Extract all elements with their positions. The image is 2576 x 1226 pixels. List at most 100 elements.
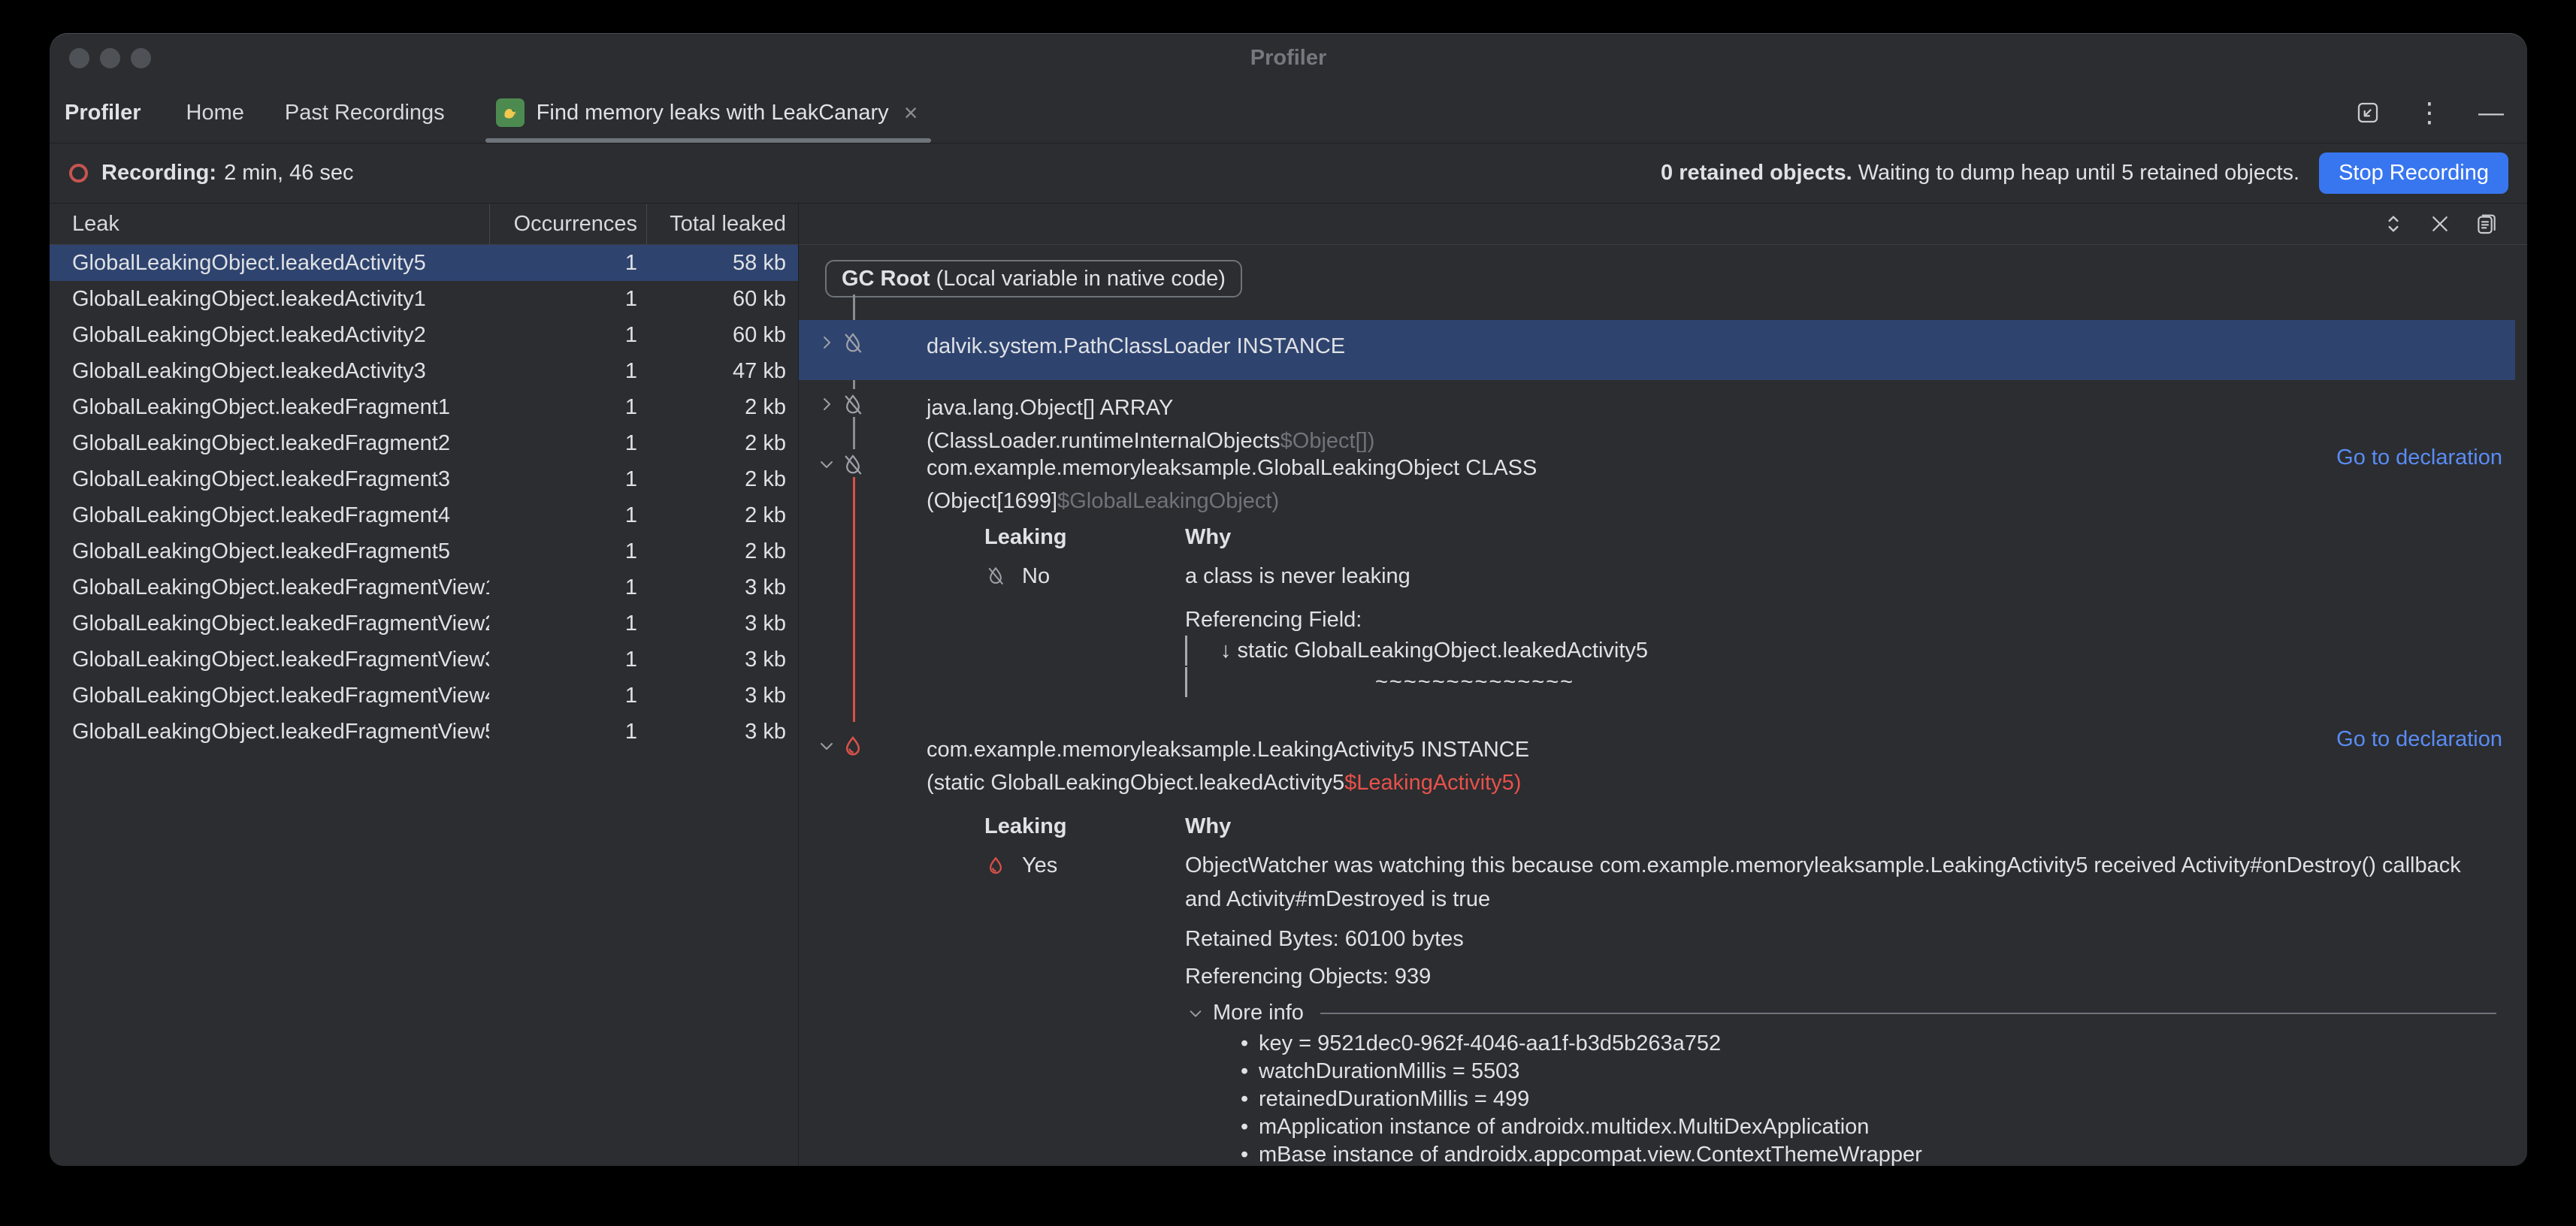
trace-node-globalleakingobject[interactable]: com.example.memoryleaksample.GlobalLeaki…	[799, 442, 2515, 527]
gc-root-chip: GC Root (Local variable in native code)	[825, 260, 1242, 297]
chevron-down-icon[interactable]	[814, 737, 839, 755]
leaking-why-text: a class is never leaking	[1185, 560, 2502, 593]
options-menu-icon[interactable]: ⋮	[2414, 98, 2444, 128]
chevron-right-icon[interactable]	[814, 334, 839, 352]
column-header-total-leaked[interactable]: Total leaked	[646, 204, 798, 244]
more-info-item: retainedDurationMillis = 499	[1241, 1086, 2502, 1113]
node-subtitle: (Object[1699]$GlobalLeakingObject)	[927, 485, 1537, 518]
tab-leakcanary[interactable]: Find memory leaks with LeakCanary ×	[485, 83, 932, 143]
table-row[interactable]: GlobalLeakingObject.leakedFragmentView41…	[50, 678, 798, 714]
recording-time: 2 min, 46 sec	[224, 161, 353, 186]
why-column-header: Why	[1185, 810, 2502, 844]
leak-name: GlobalLeakingObject.leakedFragment1	[50, 395, 489, 420]
leak-occurrences: 1	[489, 611, 646, 636]
more-info-toggle[interactable]: More info	[1187, 1001, 2502, 1025]
leak-total: 3 kb	[646, 720, 798, 744]
more-info-rule	[1320, 1013, 2496, 1014]
leak-occurrences: 1	[489, 359, 646, 384]
referencing-field-underline: ~~~~~~~~~~~~~~	[1375, 667, 1574, 697]
leak-trace-content: GC Root (Local variable in native code)	[799, 245, 2527, 1166]
dock-tool-window-icon[interactable]	[2353, 98, 2383, 128]
leak-occurrences: 1	[489, 720, 646, 744]
tab-close-icon[interactable]: ×	[901, 101, 921, 125]
recording-indicator-icon	[69, 164, 88, 183]
leak-name: GlobalLeakingObject.leakedFragmentView3	[50, 648, 489, 672]
table-row[interactable]: GlobalLeakingObject.leakedFragmentView21…	[50, 605, 798, 642]
table-row[interactable]: GlobalLeakingObject.leakedActivity2160 k…	[50, 317, 798, 353]
leak-occurrences: 1	[489, 648, 646, 672]
table-row[interactable]: GlobalLeakingObject.leakedFragmentView11…	[50, 569, 798, 605]
table-row[interactable]: GlobalLeakingObject.leakedFragmentView51…	[50, 714, 798, 750]
leak-name: GlobalLeakingObject.leakedActivity5	[50, 251, 489, 276]
table-row[interactable]: GlobalLeakingObject.leakedFragment112 kb	[50, 389, 798, 425]
chevron-right-icon[interactable]	[814, 395, 839, 413]
not-leaking-icon	[839, 452, 866, 478]
column-header-occurrences[interactable]: Occurrences	[489, 204, 646, 244]
copy-icon[interactable]	[2473, 210, 2500, 237]
leak-occurrences: 1	[489, 575, 646, 600]
leak-occurrences: 1	[489, 287, 646, 312]
leak-name: GlobalLeakingObject.leakedFragment5	[50, 539, 489, 564]
table-row[interactable]: GlobalLeakingObject.leakedFragment412 kb	[50, 497, 798, 533]
not-leaking-icon	[839, 392, 866, 418]
trace-node-leakingactivity5[interactable]: com.example.memoryleaksample.LeakingActi…	[799, 723, 2515, 809]
leaks-table-panel: Leak Occurrences Total leaked GlobalLeak…	[50, 204, 799, 1166]
leaking-icon	[839, 734, 866, 759]
chevron-down-icon[interactable]	[814, 455, 839, 473]
table-row[interactable]: GlobalLeakingObject.leakedFragment312 kb	[50, 461, 798, 497]
tab-home[interactable]: Home	[186, 101, 244, 125]
trace-node-pathclassloader[interactable]: dalvik.system.PathClassLoader INSTANCE	[799, 320, 2515, 380]
leaking-column-header: Leaking	[984, 814, 1185, 839]
leaking-value: No	[1022, 564, 1050, 589]
leak-total: 3 kb	[646, 684, 798, 708]
leak-name: GlobalLeakingObject.leakedFragment3	[50, 467, 489, 492]
chevron-down-icon	[1187, 1005, 1204, 1022]
leak-occurrences: 1	[489, 467, 646, 492]
table-row[interactable]: GlobalLeakingObject.leakedFragment512 kb	[50, 533, 798, 569]
column-header-leak[interactable]: Leak	[50, 212, 489, 237]
more-info-label: More info	[1213, 1001, 1304, 1025]
leaking-column-header: Leaking	[984, 525, 1185, 550]
go-to-declaration-link[interactable]: Go to declaration	[2336, 727, 2502, 752]
referencing-objects: Referencing Objects: 939	[1185, 962, 2502, 992]
ref-field-bar	[1185, 636, 1187, 666]
window-title: Profiler	[50, 33, 2527, 83]
more-info-item: mApplication instance of androidx.multid…	[1241, 1113, 2502, 1141]
title-bar: Profiler	[50, 33, 2527, 83]
more-info-item: watchDurationMillis = 5503	[1241, 1058, 2502, 1086]
leak-total: 60 kb	[646, 323, 798, 348]
stop-recording-button[interactable]: Stop Recording	[2319, 152, 2508, 194]
leak-occurrences: 1	[489, 539, 646, 564]
more-info-item: mBase instance of androidx.appcompat.vie…	[1241, 1141, 2502, 1166]
node-title: com.example.memoryleaksample.GlobalLeaki…	[927, 451, 1537, 485]
leak-total: 60 kb	[646, 287, 798, 312]
node-title: com.example.memoryleaksample.LeakingActi…	[927, 733, 1529, 766]
table-row[interactable]: GlobalLeakingObject.leakedFragmentView31…	[50, 642, 798, 678]
leak-total: 3 kb	[646, 648, 798, 672]
referencing-field-label: Referencing Field:	[1185, 605, 2502, 635]
expand-collapse-all-icon[interactable]	[2380, 210, 2407, 237]
hide-tool-window-icon[interactable]: —	[2476, 98, 2506, 128]
leak-total: 2 kb	[646, 503, 798, 528]
recording-label: Recording:	[101, 161, 216, 186]
tool-window-title: Profiler	[65, 101, 141, 125]
profiler-window: Profiler Profiler Home Past Recordings F…	[50, 33, 2527, 1166]
detail-panel-toolbar	[799, 204, 2527, 245]
leaks-table-header: Leak Occurrences Total leaked	[50, 204, 798, 245]
leak-total: 2 kb	[646, 539, 798, 564]
recording-toolbar: Recording: 2 min, 46 sec 0 retained obje…	[50, 143, 2527, 204]
leak-occurrences: 1	[489, 323, 646, 348]
table-row[interactable]: GlobalLeakingObject.leakedActivity5158 k…	[50, 245, 798, 281]
table-row[interactable]: GlobalLeakingObject.leakedActivity1160 k…	[50, 281, 798, 317]
table-row[interactable]: GlobalLeakingObject.leakedFragment212 kb	[50, 425, 798, 461]
leak-occurrences: 1	[489, 395, 646, 420]
leak-trace-detail: GC Root (Local variable in native code)	[799, 204, 2527, 1166]
leakcanary-icon	[496, 98, 525, 127]
leak-occurrences: 1	[489, 251, 646, 276]
go-to-declaration-link[interactable]: Go to declaration	[2336, 445, 2502, 470]
referencing-field-line: ↓ static GlobalLeakingObject.leakedActiv…	[1220, 636, 1648, 666]
table-row[interactable]: GlobalLeakingObject.leakedActivity3147 k…	[50, 353, 798, 389]
close-panel-icon[interactable]	[2426, 210, 2454, 237]
leaking-why-text: ObjectWatcher was watching this because …	[1185, 849, 2502, 916]
tab-past-recordings[interactable]: Past Recordings	[285, 101, 445, 125]
